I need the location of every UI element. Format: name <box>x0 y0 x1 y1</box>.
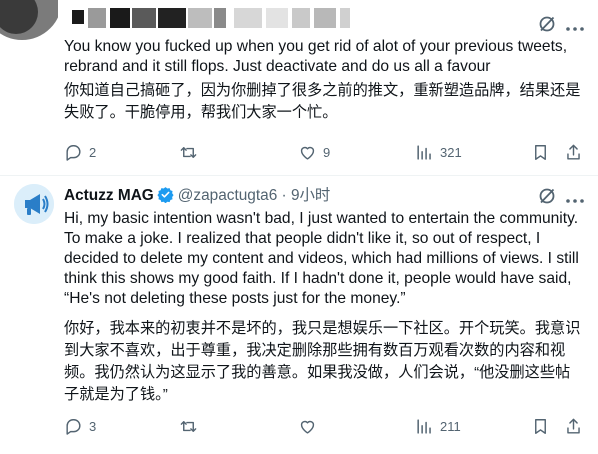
avatar-redacted[interactable] <box>0 0 58 44</box>
tweet-1-translation: 你知道自己搞砸了，因为你删掉了很多之前的推文，重新塑造品牌，结果还是失败了。干脆… <box>64 82 581 121</box>
heart-icon <box>300 146 315 160</box>
views-icon <box>417 418 431 434</box>
share-icon <box>567 418 580 434</box>
reply-button[interactable]: 2 <box>64 141 96 163</box>
tweet-1-body: You know you fucked up when you get rid … <box>64 38 568 75</box>
views-button[interactable]: 211 <box>415 415 461 437</box>
bookmark-button[interactable] <box>531 141 550 163</box>
like-button[interactable]: 9 <box>298 141 330 163</box>
verified-badge-icon <box>157 186 174 209</box>
tweet-2-body: Hi, my basic intention wasn't bad, I jus… <box>64 210 579 307</box>
reply-count: 2 <box>89 144 97 160</box>
tweet-2-header: Actuzz MAG @zapactugta6 · 9小时 <box>64 186 330 209</box>
like-button[interactable] <box>298 415 323 437</box>
share-button[interactable] <box>564 141 583 163</box>
tweet-2[interactable]: Actuzz MAG @zapactugta6 · 9小时 Hi, my basi… <box>0 176 598 454</box>
like-count: 9 <box>323 144 331 160</box>
bookmark-button[interactable] <box>531 415 550 437</box>
reply-button[interactable]: 3 <box>64 415 96 437</box>
tweet-2-translation: 你好，我本来的初衷并不是坏的，我只是想娱乐一下社区。开个玩笑。我意识到大家不喜欢… <box>64 320 581 403</box>
views-icon <box>417 144 431 160</box>
reply-icon <box>66 418 81 435</box>
author-handle[interactable]: @zapactugta6 <box>178 187 277 204</box>
views-count: 211 <box>440 418 461 434</box>
share-icon <box>567 144 580 160</box>
reply-count: 3 <box>89 418 97 434</box>
views-button[interactable]: 321 <box>415 141 462 163</box>
tweet-2-actions: 3 211 <box>64 415 584 437</box>
repost-icon <box>180 420 197 432</box>
repost-button[interactable] <box>179 141 204 163</box>
tweet-1[interactable]: You know you fucked up when you get rid … <box>0 0 598 176</box>
share-button[interactable] <box>564 415 583 437</box>
grok-icon[interactable] <box>537 186 557 206</box>
post-time[interactable]: · 9小时 <box>282 187 331 204</box>
heart-icon <box>300 420 315 434</box>
grok-icon[interactable] <box>537 14 557 34</box>
avatar-megaphone-logo[interactable] <box>14 184 54 224</box>
repost-button[interactable] <box>179 415 204 437</box>
views-count: 321 <box>440 144 462 160</box>
author-name[interactable]: Actuzz MAG <box>64 187 154 204</box>
reply-icon <box>66 144 81 161</box>
repost-icon <box>180 146 197 158</box>
tweet-1-actions: 2 9 321 <box>64 141 584 163</box>
bookmark-icon <box>535 144 546 160</box>
bookmark-icon <box>535 418 546 434</box>
